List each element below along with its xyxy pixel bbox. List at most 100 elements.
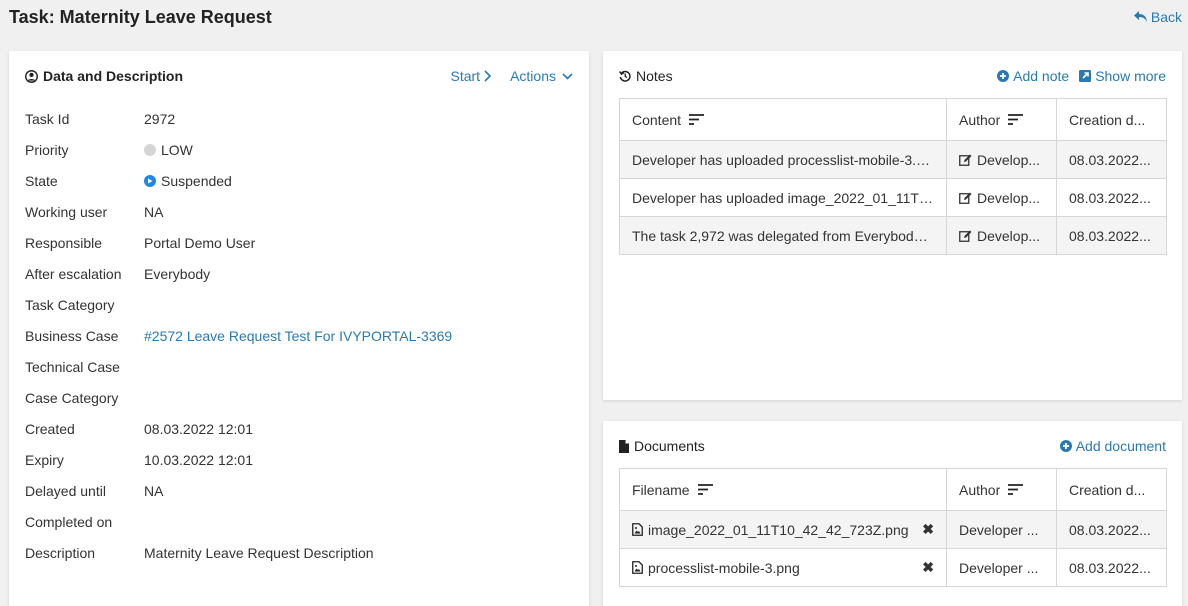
prop-case-category: Case Category xyxy=(25,382,573,413)
filename-link[interactable]: processlist-mobile-3.png xyxy=(648,560,800,576)
prop-label: State xyxy=(25,172,58,189)
show-more-button[interactable]: Show more xyxy=(1079,68,1166,84)
filename-link[interactable]: image_2022_01_11T10_42_42_723Z.png xyxy=(648,522,909,538)
note-row[interactable]: Developer has uploaded image_2022_01_11T… xyxy=(619,178,1167,217)
documents-title: Documents xyxy=(619,438,705,454)
notes-table: Content Author Creation d... Developer h… xyxy=(619,98,1167,255)
note-date: 08.03.2022... xyxy=(1056,178,1167,217)
column-header-creation-date[interactable]: Creation d... xyxy=(1056,468,1167,511)
prop-label: Working user xyxy=(25,203,108,220)
page-title: Task: Maternity Leave Request xyxy=(9,7,272,27)
documents-header: Documents Add document xyxy=(619,437,1166,455)
plus-circle-icon xyxy=(1059,440,1072,452)
note-author: Develop... xyxy=(946,178,1057,217)
note-content: Developer has uploaded processlist-mobil… xyxy=(619,140,947,179)
prop-business-case: Business Case #2572 Leave Request Test F… xyxy=(25,320,573,351)
document-filename: image_2022_01_11T10_42_42_723Z.png ✖ xyxy=(619,510,947,549)
prop-value: Suspended xyxy=(144,173,232,189)
note-row[interactable]: The task 2,972 was delegated from Everyb… xyxy=(619,216,1167,255)
notes-header: Notes Add note Show more xyxy=(619,67,1166,85)
document-author: Developer ... xyxy=(946,510,1057,549)
documents-header-row: Filename Author Creation d... xyxy=(619,468,1167,511)
column-header-author[interactable]: Author xyxy=(946,468,1057,511)
sort-icon xyxy=(1008,484,1024,495)
note-content: The task 2,972 was delegated from Everyb… xyxy=(619,216,947,255)
notes-title-text: Notes xyxy=(636,68,673,84)
notes-title: Notes xyxy=(619,68,673,84)
edit-icon xyxy=(959,230,972,242)
prop-label: Priority xyxy=(25,141,69,158)
prop-description: Description Maternity Leave Request Desc… xyxy=(25,537,573,568)
data-panel-title-text: Data and Description xyxy=(43,68,184,84)
documents-table: Filename Author Creation d... image_2022… xyxy=(619,468,1167,587)
plus-circle-icon xyxy=(997,70,1010,82)
prop-label: Business Case xyxy=(25,327,119,344)
business-case-link[interactable]: #2572 Leave Request Test For IVYPORTAL-3… xyxy=(144,328,452,344)
document-author: Developer ... xyxy=(946,548,1057,587)
history-icon xyxy=(619,70,631,82)
edit-icon xyxy=(959,192,972,204)
column-header-content[interactable]: Content xyxy=(619,98,947,141)
delete-icon[interactable]: ✖ xyxy=(922,521,934,538)
task-properties: Task Id 2972 Priority LOW State Suspende… xyxy=(25,103,573,568)
column-header-creation-date[interactable]: Creation d... xyxy=(1056,98,1167,141)
add-document-button[interactable]: Add document xyxy=(1059,438,1166,454)
state-value: Suspended xyxy=(161,172,232,189)
prop-after-escalation: After escalation Everybody xyxy=(25,258,573,289)
notes-panel: Notes Add note Show more Content Author … xyxy=(603,51,1182,400)
column-header-author[interactable]: Author xyxy=(946,98,1057,141)
prop-label: Responsible xyxy=(25,234,103,251)
actions-dropdown[interactable]: Actions xyxy=(510,68,573,84)
note-date: 08.03.2022... xyxy=(1056,216,1167,255)
prop-label: Technical Case xyxy=(25,358,120,375)
priority-dot-icon xyxy=(144,143,156,156)
note-author: Develop... xyxy=(946,140,1057,179)
sort-icon xyxy=(697,484,713,495)
prop-value: LOW xyxy=(144,142,193,158)
prop-state: State Suspended xyxy=(25,165,573,196)
prop-label: Task Id xyxy=(25,110,70,127)
note-row[interactable]: Developer has uploaded processlist-mobil… xyxy=(619,140,1167,179)
prop-value: 2972 xyxy=(144,110,176,127)
prop-task-id: Task Id 2972 xyxy=(25,103,573,134)
column-label: Author xyxy=(959,481,1001,498)
column-header-filename[interactable]: Filename xyxy=(619,468,947,511)
document-date: 08.03.2022... xyxy=(1056,510,1167,549)
reply-icon xyxy=(1133,11,1147,22)
play-circle-icon xyxy=(144,174,156,187)
start-button[interactable]: Start xyxy=(451,68,492,84)
column-label: Content xyxy=(632,111,682,128)
prop-value: Maternity Leave Request Description xyxy=(144,544,374,561)
user-circle-icon xyxy=(25,69,38,83)
priority-value: LOW xyxy=(161,141,193,158)
prop-working-user: Working user NA xyxy=(25,196,573,227)
image-file-icon xyxy=(632,523,643,536)
prop-technical-case: Technical Case xyxy=(25,351,573,382)
documents-title-text: Documents xyxy=(634,438,705,454)
prop-label: Created xyxy=(25,420,75,437)
chevron-right-icon xyxy=(484,70,492,82)
back-link[interactable]: Back xyxy=(1133,9,1182,25)
delete-icon[interactable]: ✖ xyxy=(922,559,934,576)
document-row[interactable]: processlist-mobile-3.png ✖ Developer ... … xyxy=(619,548,1167,587)
data-description-panel: Data and Description Start Actions Task … xyxy=(9,51,589,606)
back-label: Back xyxy=(1150,9,1182,25)
data-panel-title: Data and Description xyxy=(25,68,183,84)
add-note-button[interactable]: Add note xyxy=(997,68,1069,84)
prop-value: Everybody xyxy=(144,265,211,282)
prop-label: Description xyxy=(25,544,96,561)
document-row[interactable]: image_2022_01_11T10_42_42_723Z.png ✖ Deve… xyxy=(619,510,1167,549)
prop-label: Completed on xyxy=(25,513,113,530)
prop-value: NA xyxy=(144,203,164,220)
actions-label: Actions xyxy=(510,68,556,84)
prop-value: 08.03.2022 12:01 xyxy=(144,420,253,437)
start-label: Start xyxy=(450,68,481,84)
file-icon xyxy=(619,439,629,453)
prop-label: After escalation xyxy=(25,265,122,282)
prop-label: Delayed until xyxy=(25,482,106,499)
note-date: 08.03.2022... xyxy=(1056,140,1167,179)
column-label: Filename xyxy=(632,481,690,498)
edit-icon xyxy=(959,154,972,166)
note-author: Develop... xyxy=(946,216,1057,255)
notes-header-row: Content Author Creation d... xyxy=(619,98,1167,141)
